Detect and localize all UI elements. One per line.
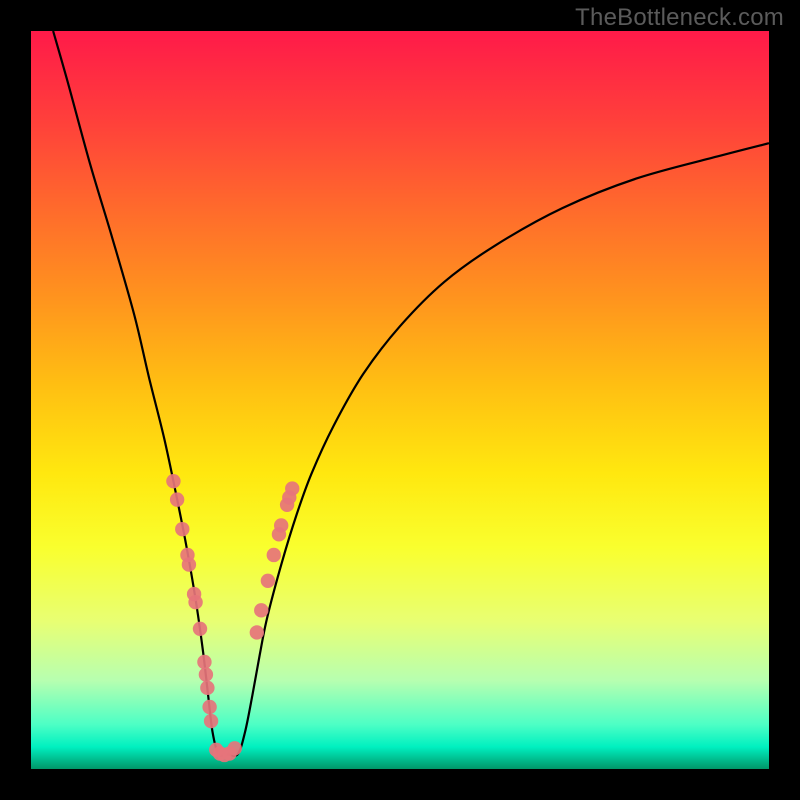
data-point-marker [261,574,275,588]
chart-frame: TheBottleneck.com [0,0,800,800]
attribution-text: TheBottleneck.com [575,4,784,32]
data-point-marker [254,603,268,617]
data-point-marker [227,741,241,755]
data-point-marker [175,522,189,536]
data-point-marker [166,474,180,488]
data-point-marker [250,625,264,639]
data-point-marker [182,557,196,571]
bottleneck-curve [53,31,769,756]
data-point-marker [274,518,288,532]
data-point-marker [170,492,184,506]
chart-overlay [31,31,769,769]
data-point-marker [285,481,299,495]
data-markers [166,474,299,762]
data-point-marker [197,655,211,669]
data-point-marker [199,667,213,681]
data-point-marker [267,548,281,562]
data-point-marker [202,700,216,714]
data-point-marker [193,622,207,636]
data-point-marker [188,595,202,609]
data-point-marker [200,681,214,695]
data-point-marker [204,714,218,728]
